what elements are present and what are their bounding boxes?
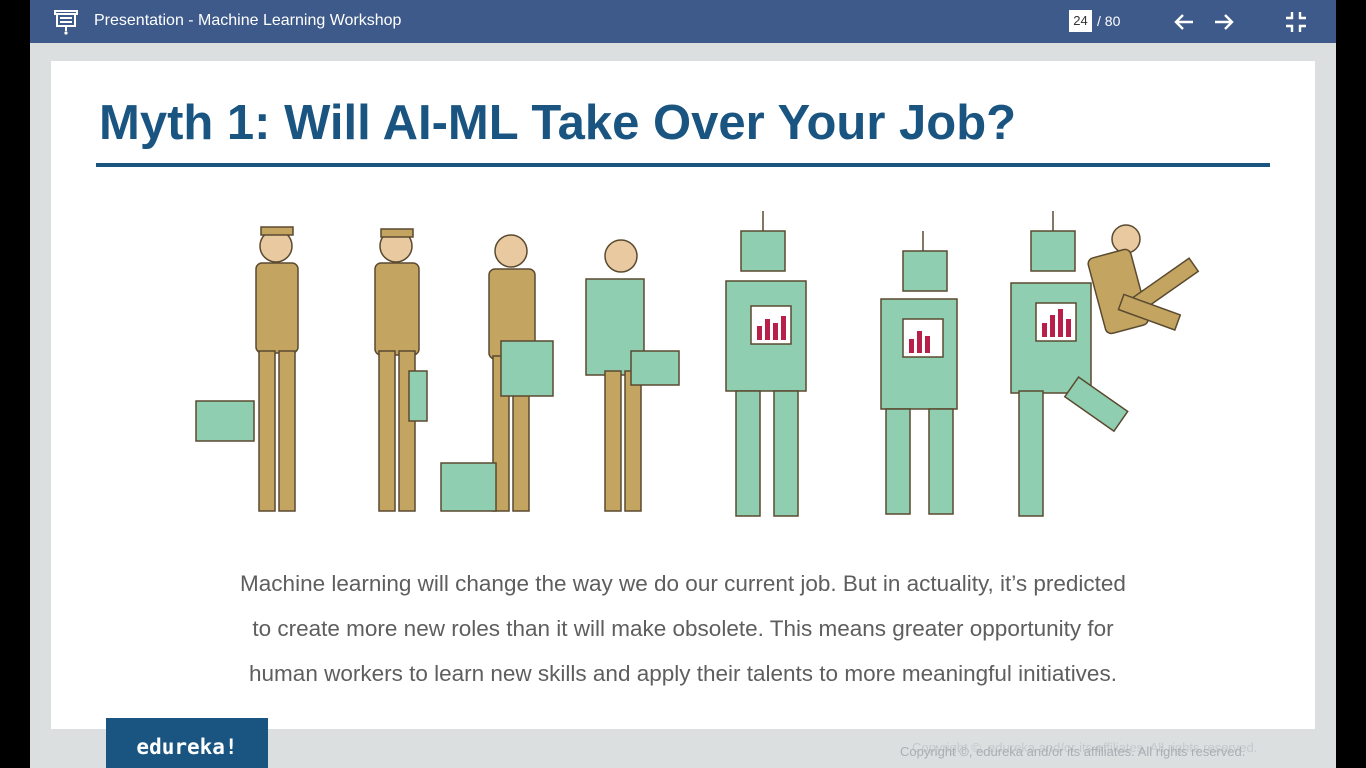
worker-figure bbox=[585, 239, 680, 512]
arrow-left-icon[interactable] bbox=[1173, 11, 1195, 33]
slide-title: Myth 1: Will AI-ML Take Over Your Job? bbox=[99, 96, 1017, 150]
arrow-right-icon[interactable] bbox=[1213, 11, 1235, 33]
slide-canvas: Myth 1: Will AI-ML Take Over Your Job? M… bbox=[51, 61, 1315, 729]
title-underline bbox=[96, 163, 1270, 167]
viewer-toolbar: Presentation - Machine Learning Workshop… bbox=[30, 0, 1336, 43]
slide-body-text: Machine learning will change the way we … bbox=[181, 561, 1185, 696]
edureka-logo: edureka! bbox=[106, 718, 268, 768]
body-line: Machine learning will change the way we … bbox=[240, 571, 1126, 596]
robot-figure bbox=[725, 211, 807, 517]
document-title: Presentation - Machine Learning Workshop bbox=[94, 12, 402, 29]
current-page-input[interactable]: 24 bbox=[1069, 10, 1092, 32]
robot-figure bbox=[880, 231, 958, 515]
copyright-text: Copyright ©, edureka and/or its affiliat… bbox=[900, 744, 1246, 759]
worker-figure bbox=[195, 226, 299, 512]
body-line: human workers to learn new skills and ap… bbox=[249, 661, 1117, 686]
presentation-viewer: Presentation - Machine Learning Workshop… bbox=[30, 0, 1336, 768]
worker-figure bbox=[1087, 224, 1200, 335]
exit-fullscreen-icon[interactable] bbox=[1284, 10, 1308, 34]
worker-figure bbox=[440, 234, 554, 512]
total-pages-label: / 80 bbox=[1097, 13, 1121, 29]
worker-figure bbox=[374, 228, 428, 512]
workers-to-robots-illustration bbox=[195, 211, 1200, 517]
presentation-icon bbox=[54, 10, 78, 35]
body-line: to create more new roles than it will ma… bbox=[252, 616, 1114, 641]
